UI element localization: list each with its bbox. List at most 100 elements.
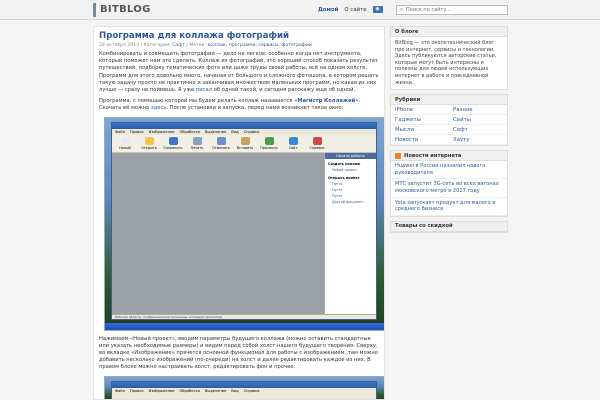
category-link[interactable]: Софт [172,43,185,48]
category-link[interactable]: Софт [449,125,507,136]
about-title: О блоге [391,27,507,37]
news-box: Новости интернета Huawei в России назнач… [390,150,508,217]
tool-icon [168,136,178,145]
download-link[interactable]: здесь [151,105,166,111]
news-item[interactable]: Huawei в России назначил нового руководи… [391,161,507,180]
top-nav: Домой О сайте ◉ [318,6,383,13]
menu-item: Правка [129,388,144,393]
menu-item: Вид [231,388,239,393]
tool-icon [288,136,298,145]
tags-links[interactable]: коллаж, программа, сервисы, фотографии [208,43,312,48]
news-title: Новости интернета [404,152,462,159]
menu-item: Справка [243,129,260,134]
start-panel: Начало работы Создать коллаж Новый проек… [324,152,376,319]
post-date: 28 октября 2013 [99,43,139,48]
categories-box: Рубрики iPhone Разное Гаджеты Сайты Мысли Соф… [390,94,508,147]
taskbar [105,322,384,330]
tool-icon [264,136,274,145]
menu-item: Выделение [204,129,227,134]
news-item[interactable]: МТС запустит 3G-сеть во всех вагонах мос… [391,179,507,198]
tool-label: Печать [190,145,204,150]
tool-label: Справка [309,145,325,150]
category-link[interactable]: iPhone [391,105,449,116]
tool-button: Открыть [140,136,158,150]
categories-list: iPhone Разное Гаджеты Сайты Мысли Софт Новости… [391,105,507,146]
products-title: Товары со скидкой [391,221,507,232]
menu-item: Файл [115,388,125,393]
tool-label: Вставить [236,145,254,150]
menu-item: Обработка [179,129,200,134]
category-link[interactable]: Новости [391,135,449,146]
nav-about-link[interactable]: О сайте [344,7,366,13]
para1-tail: об одной такой, и сегодня расскажу еще о… [213,87,356,94]
tags-label: Метки: [189,43,207,48]
tool-label: Отменить [212,145,230,150]
about-box: О блоге BitBlog — это околотехнический б… [390,26,508,91]
app-screenshot: Файл Правка Изображение Обработка Выделение В… [104,116,384,331]
news-item[interactable]: Yota запускает продукт для малого и сред… [391,198,507,216]
tool-button: Сохранить [163,136,183,150]
news-header: Новости интернета [391,151,507,162]
panel-recent-link: Другой документ [332,199,364,204]
para2-tail: . После установки и запуска, перед нами … [166,105,344,112]
post-paragraph-1: Комбинировать и совмещать фотографии — д… [99,51,379,94]
news-list: Huawei в России назначил нового руководи… [391,161,507,216]
products-box: Товары со скидкой [390,220,508,233]
menu-item: Вид [231,129,239,134]
menu-item: Изображение [148,129,175,134]
tool-button: Новый [116,136,134,150]
menu-item: Обработка [179,388,200,393]
post-title[interactable]: Программа для коллажа фотографий [99,31,379,41]
menu-item: Правка [129,129,144,134]
sidebar: О блоге BitBlog — это околотехнический б… [390,26,508,237]
post-paragraph-3: Нажимаем «Новый проект», вводим параметр… [99,335,378,371]
app-window-2: Файл Правка Изображение Обработка Выделение В… [111,380,377,399]
tool-icon [216,136,226,145]
search-box: ⌕ [396,5,508,15]
tool-label: Сайт [288,145,298,150]
tool-icon [144,136,154,145]
wrote-link[interactable]: писал [196,87,212,93]
nav-home-link[interactable]: Домой [318,7,338,13]
category-link[interactable]: Мысли [391,125,449,136]
para2-head: Программа, с помощью которой мы будем де… [99,98,298,105]
tool-icon [120,136,130,145]
panel-section-create: Создать коллаж [328,161,361,166]
post-paragraph-2: Программа, с помощью которой мы будем де… [99,98,379,112]
about-text: BitBlog — это околотехнический блог про … [395,40,497,86]
categories-title: Рубрики [391,95,507,106]
top-bar: BITBLOG Домой О сайте ◉ ⌕ [0,0,600,20]
site-logo[interactable]: BITBLOG [93,3,151,17]
categories-label: Категории: [143,43,171,48]
post-content: Программа для коллажа фотографий 28 октя… [93,26,385,400]
search-input[interactable] [406,7,506,13]
tool-button: Печать [188,136,206,150]
tool-button: Сайт [284,136,302,150]
work-area [112,152,324,319]
panel-recent-list: Пусто Пусто Пусто Другой документ [325,181,376,205]
category-link[interactable]: Гаджеты [391,115,449,126]
tool-icon [240,136,250,145]
panel-section-open: Открыть проект [328,175,360,180]
tool-button: Просмотр [260,136,278,150]
category-link[interactable]: Сайты [449,115,507,126]
category-link[interactable]: Разное [449,105,507,116]
program-name: Магистр Коллажей [297,98,356,105]
menu-item: Выделение [204,388,227,393]
app-screenshot-2: Файл Правка Изображение Обработка Выделение В… [104,375,384,399]
app-window: Файл Правка Изображение Обработка Выделение В… [111,121,377,320]
menu-item: Справка [243,388,260,393]
tool-label: Новый [119,145,131,150]
tool-icon [192,136,202,145]
search-icon: ⌕ [399,6,404,13]
rss-icon [395,152,401,159]
menu-item: Изображение [148,388,175,393]
tool-label: Просмотр [260,145,278,150]
window-menubar: Файл Правка Изображение Обработка Выделение В… [112,387,376,394]
window-status: Рабочая область: изображения расположены… [112,313,376,319]
tool-label: Открыть [141,145,157,150]
tool-button: Отменить [212,136,230,150]
category-link[interactable]: Хауту [449,135,507,146]
menu-item: Файл [115,129,125,134]
rss-icon[interactable]: ◉ [372,6,383,13]
